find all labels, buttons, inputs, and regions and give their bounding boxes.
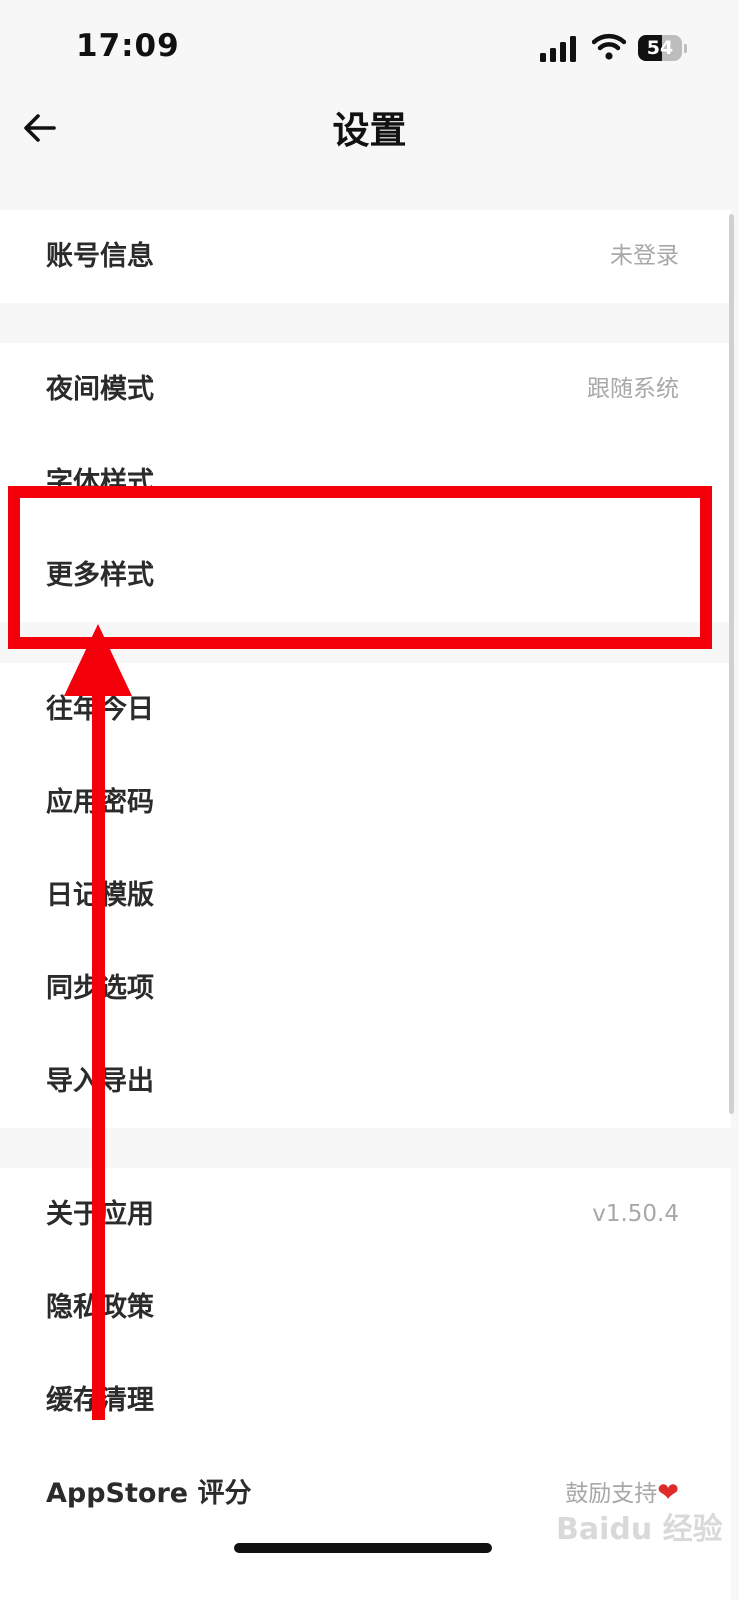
setting-value: 未登录 [610,243,679,269]
setting-row-diary-template[interactable]: 日记模版 [0,849,731,942]
status-time: 17:09 [76,28,180,64]
annotation-arrow-shaft [92,690,105,1420]
battery-percentage: 54 [646,37,674,59]
home-indicator[interactable] [234,1543,492,1553]
signal-icon [540,36,580,62]
setting-row-import-export[interactable]: 导入导出 [0,1035,731,1128]
scrollbar[interactable] [729,214,734,1114]
setting-value: 跟随系统 [587,376,679,402]
battery-icon: 54 [638,35,688,61]
setting-row-account-info[interactable]: 账号信息 未登录 [0,210,731,303]
setting-row-clear-cache[interactable]: 缓存清理 [0,1354,731,1447]
setting-row-about-app[interactable]: 关于应用 v1.50.4 [0,1168,731,1261]
battery-shell: 54 [638,35,682,61]
page-title: 设置 [332,109,407,152]
setting-row-night-mode[interactable]: 夜间模式 跟随系统 [0,343,731,436]
wifi-icon [591,33,627,61]
settings-group-features: 往年今日 应用密码 日记模版 同步选项 导入导出 [0,663,731,1128]
navigation-bar: 设置 [0,96,739,206]
settings-group-account: 账号信息 未登录 [0,210,731,303]
battery-nub [684,44,687,53]
setting-label: 夜间模式 [46,374,154,405]
setting-row-app-password[interactable]: 应用密码 [0,756,731,849]
watermark: Baidu 经验 [556,1512,723,1547]
arrow-up-icon [64,624,132,696]
app-version: v1.50.4 [592,1201,679,1227]
setting-row-sync-options[interactable]: 同步选项 [0,942,731,1035]
setting-label: AppStore 评分 [46,1478,252,1509]
setting-label: 账号信息 [46,241,154,272]
status-bar: 17:09 54 [0,0,739,96]
setting-row-privacy-policy[interactable]: 隐私政策 [0,1261,731,1354]
